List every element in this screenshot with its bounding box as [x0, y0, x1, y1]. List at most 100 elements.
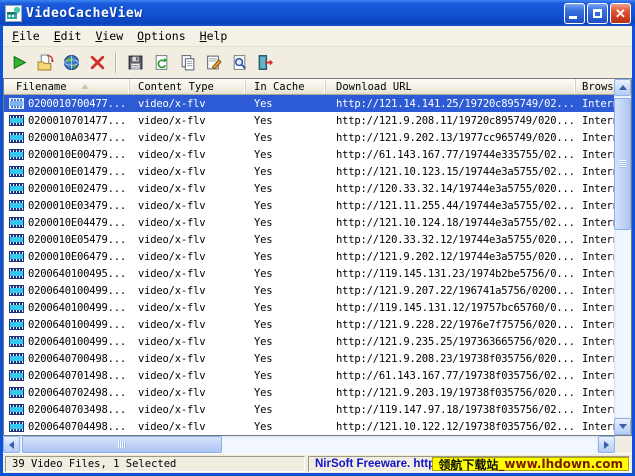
find-button[interactable] [227, 51, 251, 75]
table-row[interactable]: 0200640702498...video/x-flvYeshttp://121… [4, 384, 616, 401]
menu-item-help[interactable]: Help [193, 27, 235, 45]
copy-to-folder-button[interactable] [33, 51, 57, 75]
column-header-name[interactable]: Filename [4, 79, 130, 94]
table-row[interactable]: 0200640100495...video/x-flvYeshttp://119… [4, 265, 616, 282]
vertical-scroll-thumb[interactable] [614, 98, 631, 230]
table-row[interactable]: 0200640100499...video/x-flvYeshttp://121… [4, 316, 616, 333]
copy-button[interactable] [175, 51, 199, 75]
scroll-down-button[interactable] [614, 418, 631, 435]
table-row[interactable]: 0200640100499...video/x-flvYeshttp://121… [4, 333, 616, 350]
film-strip-icon [9, 370, 24, 381]
cell-name: 0200640100499... [4, 282, 130, 299]
cell-cache: Yes [246, 299, 326, 316]
cell-url: http://61.143.167.77/19744e335755/02... [326, 146, 576, 163]
table-row[interactable]: 0200640703498...video/x-flvYeshttp://119… [4, 401, 616, 418]
thumb-grip-icon [118, 441, 126, 448]
scroll-left-button[interactable] [3, 436, 20, 453]
table-row[interactable]: 0200010E01479...video/x-flvYeshttp://121… [4, 163, 616, 180]
film-strip-icon [9, 234, 24, 245]
play-video-button[interactable] [7, 51, 31, 75]
table-row[interactable]: 0200640100499...video/x-flvYeshttp://119… [4, 299, 616, 316]
horizontal-scrollbar[interactable] [3, 436, 615, 453]
menu-item-file[interactable]: File [5, 27, 47, 45]
minimize-button[interactable] [564, 3, 585, 24]
table-row[interactable]: 0200010E04479...video/x-flvYeshttp://121… [4, 214, 616, 231]
cell-url: http://121.10.122.12/19738f035756/02... [326, 418, 576, 435]
cell-name: 0200640100499... [4, 333, 130, 350]
close-button[interactable]: ✕ [610, 3, 631, 24]
maximize-button[interactable] [587, 3, 608, 24]
cell-cache: Yes [246, 367, 326, 384]
column-header-label: Download URL [336, 81, 412, 93]
table-row[interactable]: 0200640704498...video/x-flvYeshttp://121… [4, 418, 616, 435]
column-header-type[interactable]: Content Type [130, 79, 246, 94]
properties-icon [205, 54, 222, 71]
cell-name: 0200640703498... [4, 401, 130, 418]
film-strip-icon [9, 268, 24, 279]
table-row[interactable]: 0200010E06479...video/x-flvYeshttp://121… [4, 248, 616, 265]
properties-button[interactable] [201, 51, 225, 75]
table-body: 0200010700477...video/x-flvYeshttp://121… [4, 95, 616, 435]
cell-url: http://121.10.123.15/19744e3a5755/02... [326, 163, 576, 180]
globe-icon [63, 54, 80, 71]
cell-url: http://120.33.32.12/19744e3a5755/020... [326, 231, 576, 248]
table-row[interactable]: 0200010E05479...video/x-flvYeshttp://120… [4, 231, 616, 248]
cell-cache: Yes [246, 231, 326, 248]
cell-type: video/x-flv [130, 265, 246, 282]
table-row[interactable]: 0200010E00479...video/x-flvYeshttp://61.… [4, 146, 616, 163]
column-header-cache[interactable]: In Cache [246, 79, 326, 94]
cell-name: 0200640100499... [4, 299, 130, 316]
table-row[interactable]: 0200010E02479...video/x-flvYeshttp://120… [4, 180, 616, 197]
cell-browser: Intern [576, 282, 616, 299]
scroll-up-button[interactable] [614, 79, 631, 96]
table-row[interactable]: 0200640700498...video/x-flvYeshttp://121… [4, 350, 616, 367]
cell-cache: Yes [246, 418, 326, 435]
menu-item-view[interactable]: View [88, 27, 130, 45]
refresh-button[interactable] [149, 51, 173, 75]
table-row[interactable]: 0200010E03479...video/x-flvYeshttp://121… [4, 197, 616, 214]
scroll-right-button[interactable] [598, 436, 615, 453]
vertical-scrollbar[interactable] [614, 79, 631, 435]
column-header-url[interactable]: Download URL [326, 79, 576, 94]
table-row[interactable]: 0200640100499...video/x-flvYeshttp://121… [4, 282, 616, 299]
table-row[interactable]: 0200010A03477...video/x-flvYeshttp://121… [4, 129, 616, 146]
horizontal-scroll-track[interactable] [20, 436, 598, 453]
toolbar [3, 47, 632, 78]
cell-type: video/x-flv [130, 333, 246, 350]
column-header-label: Browse [582, 81, 616, 93]
horizontal-scroll-thumb[interactable] [22, 436, 222, 453]
film-strip-icon [9, 353, 24, 364]
scrollbar-corner [615, 436, 632, 453]
cell-type: video/x-flv [130, 146, 246, 163]
cell-name: 0200010E03479... [4, 197, 130, 214]
table-row[interactable]: 0200010701477...video/x-flvYeshttp://121… [4, 112, 616, 129]
cell-browser: Intern [576, 265, 616, 282]
vertical-scroll-track[interactable] [614, 96, 631, 418]
column-header-browser[interactable]: Browse [576, 79, 616, 94]
column-header-label: Content Type [138, 81, 214, 93]
cell-browser: Intern [576, 333, 616, 350]
menu-item-options[interactable]: Options [130, 27, 192, 45]
play-icon [11, 54, 28, 71]
table-row[interactable]: 0200640701498...video/x-flvYeshttp://61.… [4, 367, 616, 384]
copy-to-folder-icon [37, 54, 54, 71]
exit-button[interactable] [253, 51, 277, 75]
status-freeware-panel: NirSoft Freeware. http://w 领航下载站_www.lhd… [308, 456, 630, 472]
cell-cache: Yes [246, 197, 326, 214]
film-strip-icon [9, 302, 24, 313]
delete-button[interactable] [85, 51, 109, 75]
table-row[interactable]: 0200010700477...video/x-flvYeshttp://121… [4, 95, 616, 112]
title-bar[interactable]: VideoCacheView ✕ [0, 0, 635, 26]
cell-url: http://119.145.131.12/19757bc65760/0... [326, 299, 576, 316]
cell-cache: Yes [246, 146, 326, 163]
film-strip-icon [9, 387, 24, 398]
column-header-label: In Cache [254, 81, 305, 93]
save-button[interactable] [123, 51, 147, 75]
menu-item-edit[interactable]: Edit [47, 27, 89, 45]
cell-url: http://121.9.208.11/19720c895749/020... [326, 112, 576, 129]
open-in-browser-button[interactable] [59, 51, 83, 75]
cell-browser: Intern [576, 418, 616, 435]
cell-browser: Intern [576, 248, 616, 265]
cell-type: video/x-flv [130, 299, 246, 316]
table-header: Filename Content Type In Cache Download URL… [4, 79, 616, 95]
